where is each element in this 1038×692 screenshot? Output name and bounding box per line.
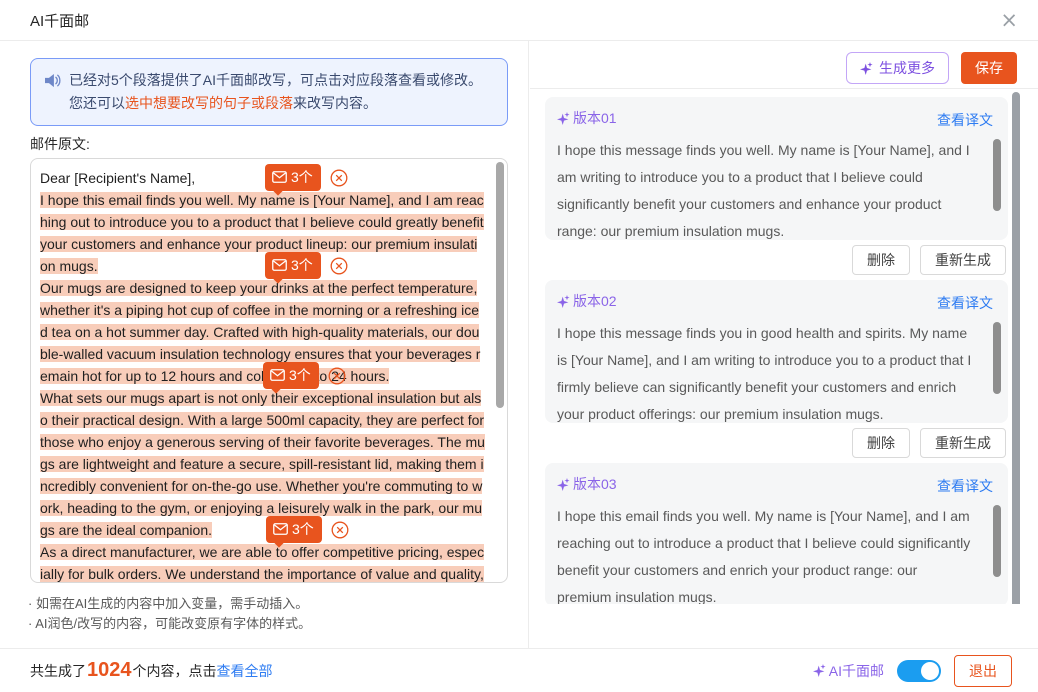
paragraph-version-badge[interactable]: 3个 <box>265 252 348 279</box>
paragraph-version-badge[interactable]: 3个 <box>266 516 349 543</box>
paragraph-version-badge[interactable]: 3个 <box>265 164 348 191</box>
version-label: 版本03 <box>557 474 617 494</box>
email-paragraph[interactable]: As a direct manufacturer, we are able to… <box>40 541 485 583</box>
version-actions: 删除 重新生成 <box>852 245 1006 275</box>
dialog-title: AI千面邮 <box>30 10 89 31</box>
generated-summary: 共生成了1024个内容，点击查看全部 <box>30 659 273 682</box>
dialog-header: AI千面邮 × <box>0 0 1038 41</box>
versions-toolbar: 生成更多 保存 <box>846 52 1017 84</box>
close-icon[interactable]: × <box>1000 10 1018 31</box>
save-button[interactable]: 保存 <box>961 52 1017 84</box>
dismiss-badge-icon[interactable] <box>330 257 348 275</box>
delete-button[interactable]: 删除 <box>852 428 910 458</box>
footnotes: · 如需在AI生成的内容中加入变量，需手动插入。 · AI润色/改写的内容，可能… <box>28 594 311 634</box>
view-translation-link[interactable]: 查看译文 <box>937 293 993 313</box>
versions-panel-scrollbar[interactable] <box>1012 92 1020 604</box>
generate-more-button[interactable]: 生成更多 <box>846 52 949 84</box>
view-translation-link[interactable]: 查看译文 <box>937 110 993 130</box>
delete-button[interactable]: 删除 <box>852 245 910 275</box>
sparkle-icon <box>557 295 570 308</box>
original-email-textarea[interactable]: Dear [Recipient's Name], I hope this ema… <box>30 158 508 583</box>
versions-count-badge[interactable]: 3个 <box>263 362 319 389</box>
email-scrollbar[interactable] <box>496 162 504 408</box>
regenerate-button[interactable]: 重新生成 <box>920 428 1006 458</box>
dismiss-badge-icon[interactable] <box>328 367 346 385</box>
version-text[interactable]: I hope this message finds you in good he… <box>557 320 974 423</box>
dismiss-badge-icon[interactable] <box>330 169 348 187</box>
email-paragraph[interactable]: I hope this email finds you well. My nam… <box>40 189 485 277</box>
versions-scroll-region: 版本01 查看译文 I hope this message finds you … <box>530 88 1038 604</box>
footer-controls: AI千面邮 退出 <box>813 655 1012 687</box>
regenerate-button[interactable]: 重新生成 <box>920 245 1006 275</box>
mail-icon <box>272 259 287 271</box>
view-all-link[interactable]: 查看全部 <box>217 661 273 681</box>
ai-feature-toggle[interactable] <box>897 660 941 682</box>
dialog-footer: 共生成了1024个内容，点击查看全部 AI千面邮 退出 <box>0 648 1038 692</box>
original-email-panel: 已经对5个段落提供了AI千面邮改写，可点击对应段落查看或修改。您还可以选中想要改… <box>0 41 529 648</box>
generated-summary-suffix: 个内容，点击 <box>133 661 217 681</box>
view-translation-link[interactable]: 查看译文 <box>937 476 993 496</box>
mail-icon <box>273 523 288 535</box>
mail-icon <box>272 171 287 183</box>
version-card-header: 版本03 <box>557 474 974 494</box>
exit-button[interactable]: 退出 <box>954 655 1012 687</box>
version-card: 版本01 查看译文 I hope this message finds you … <box>545 97 1008 240</box>
version-label: 版本01 <box>557 108 617 128</box>
sparkle-icon <box>860 62 873 75</box>
notice-select-link[interactable]: 选中想要改写的句子或段落 <box>125 95 293 111</box>
version-text[interactable]: I hope this email finds you well. My nam… <box>557 503 974 604</box>
footnote: · 如需在AI生成的内容中加入变量，需手动插入。 <box>28 594 311 614</box>
generated-count: 1024 <box>87 659 132 682</box>
ai-feature-label: AI千面邮 <box>813 661 884 681</box>
sparkle-icon <box>813 664 826 677</box>
generated-versions-panel: 生成更多 保存 版本01 查看译文 I hope this message fi… <box>530 41 1038 648</box>
card-scrollbar[interactable] <box>993 139 1001 211</box>
sparkle-icon <box>557 478 570 491</box>
sparkle-icon <box>557 112 570 125</box>
email-paragraph[interactable]: What sets our mugs apart is not only the… <box>40 387 485 541</box>
announcement-icon <box>44 73 61 88</box>
card-scrollbar[interactable] <box>993 322 1001 394</box>
version-card-header: 版本01 <box>557 108 974 128</box>
versions-count-badge[interactable]: 3个 <box>265 164 321 191</box>
version-actions: 删除 重新生成 <box>852 428 1006 458</box>
version-card-header: 版本02 <box>557 291 974 311</box>
versions-count-badge[interactable]: 3个 <box>265 252 321 279</box>
footnote: · AI润色/改写的内容，可能改变原有字体的样式。 <box>28 614 311 634</box>
ai-notice-banner: 已经对5个段落提供了AI千面邮改写，可点击对应段落查看或修改。您还可以选中想要改… <box>30 58 508 126</box>
mail-icon <box>270 369 285 381</box>
card-scrollbar[interactable] <box>993 505 1001 577</box>
toggle-knob <box>921 662 939 680</box>
version-text[interactable]: I hope this message finds you well. My n… <box>557 137 974 240</box>
original-email-label: 邮件原文: <box>30 134 90 154</box>
version-card: 版本02 查看译文 I hope this message finds you … <box>545 280 1008 423</box>
notice-text-suffix: 来改写内容。 <box>293 95 377 111</box>
versions-count-badge[interactable]: 3个 <box>266 516 322 543</box>
paragraph-version-badge[interactable]: 3个 <box>263 362 346 389</box>
version-label: 版本02 <box>557 291 617 311</box>
version-card: 版本03 查看译文 I hope this email finds you we… <box>545 463 1008 604</box>
generated-summary-prefix: 共生成了 <box>30 661 86 681</box>
email-greeting: Dear [Recipient's Name], <box>40 167 485 189</box>
dismiss-badge-icon[interactable] <box>331 521 349 539</box>
